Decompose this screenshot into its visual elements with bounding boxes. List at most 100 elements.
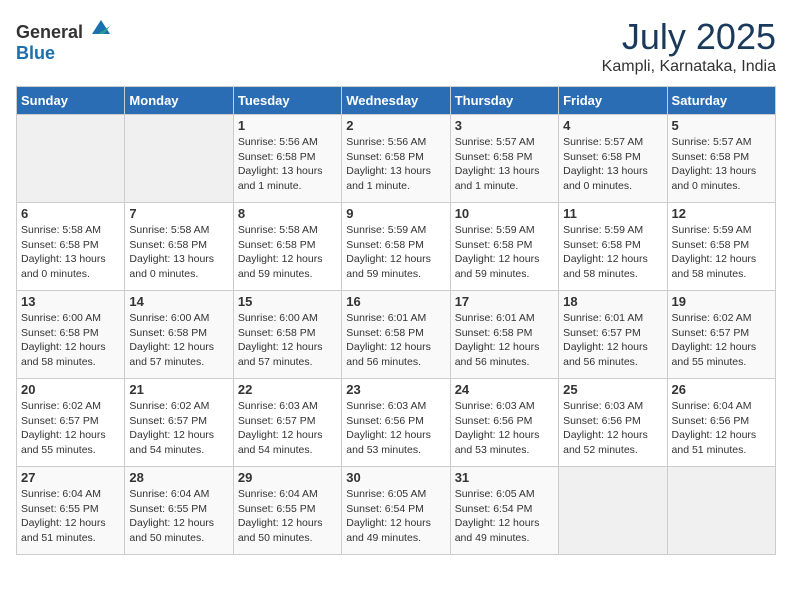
calendar-cell: 19Sunrise: 6:02 AM Sunset: 6:57 PM Dayli… xyxy=(667,291,775,379)
weekday-header-cell: Tuesday xyxy=(233,87,341,115)
day-number: 30 xyxy=(346,470,445,485)
day-detail: Sunrise: 6:04 AM Sunset: 6:55 PM Dayligh… xyxy=(129,487,228,546)
day-number: 20 xyxy=(21,382,120,397)
day-detail: Sunrise: 6:05 AM Sunset: 6:54 PM Dayligh… xyxy=(346,487,445,546)
calendar-cell: 22 Sunrise: 6:03 AM Sunset: 6:57 PM Dayli… xyxy=(233,379,341,467)
day-detail: Sunrise: 5:57 AM Sunset: 6:58 PM Dayligh… xyxy=(672,135,771,194)
day-number: 23 xyxy=(346,382,445,397)
day-detail: Sunrise: 6:03 AM Sunset: 6:56 PM Dayligh… xyxy=(455,399,554,458)
day-detail: Sunrise: 5:59 AM Sunset: 6:58 PM Dayligh… xyxy=(455,223,554,282)
logo-text-general: General xyxy=(16,22,83,42)
day-detail: Sunrise: 6:02 AM Sunset: 6:57 PM Dayligh… xyxy=(129,399,228,458)
day-detail: Sunrise: 5:58 AM Sunset: 6:58 PM Dayligh… xyxy=(21,223,120,282)
calendar-cell: 11 Sunrise: 5:59 AM Sunset: 6:58 PM Dayli… xyxy=(559,203,667,291)
day-number: 6 xyxy=(21,206,120,221)
day-detail: Sunrise: 5:56 AM Sunset: 6:58 PM Dayligh… xyxy=(238,135,337,194)
calendar-cell xyxy=(17,115,125,203)
day-number: 12 xyxy=(672,206,771,221)
calendar-cell: 12Sunrise: 5:59 AM Sunset: 6:58 PM Dayli… xyxy=(667,203,775,291)
day-number: 22 xyxy=(238,382,337,397)
day-number: 29 xyxy=(238,470,337,485)
calendar-cell: 2Sunrise: 5:56 AM Sunset: 6:58 PM Daylig… xyxy=(342,115,450,203)
day-number: 18 xyxy=(563,294,662,309)
day-detail: Sunrise: 6:01 AM Sunset: 6:58 PM Dayligh… xyxy=(346,311,445,370)
calendar-cell: 7 Sunrise: 5:58 AM Sunset: 6:58 PM Daylig… xyxy=(125,203,233,291)
day-number: 11 xyxy=(563,206,662,221)
calendar-cell xyxy=(559,467,667,555)
calendar-cell: 21 Sunrise: 6:02 AM Sunset: 6:57 PM Dayli… xyxy=(125,379,233,467)
day-number: 24 xyxy=(455,382,554,397)
day-number: 9 xyxy=(346,206,445,221)
weekday-header-cell: Friday xyxy=(559,87,667,115)
calendar-cell: 28 Sunrise: 6:04 AM Sunset: 6:55 PM Dayli… xyxy=(125,467,233,555)
calendar-cell: 23 Sunrise: 6:03 AM Sunset: 6:56 PM Dayli… xyxy=(342,379,450,467)
day-number: 7 xyxy=(129,206,228,221)
calendar-week-row: 6 Sunrise: 5:58 AM Sunset: 6:58 PM Daylig… xyxy=(17,203,776,291)
day-number: 25 xyxy=(563,382,662,397)
day-number: 1 xyxy=(238,118,337,133)
day-detail: Sunrise: 6:04 AM Sunset: 6:56 PM Dayligh… xyxy=(672,399,771,458)
calendar-cell xyxy=(125,115,233,203)
page-header: General Blue July 2025 Kampli, Karnataka… xyxy=(16,16,776,76)
calendar-cell: 15 Sunrise: 6:00 AM Sunset: 6:58 PM Dayli… xyxy=(233,291,341,379)
day-detail: Sunrise: 6:01 AM Sunset: 6:58 PM Dayligh… xyxy=(455,311,554,370)
calendar-cell: 31 Sunrise: 6:05 AM Sunset: 6:54 PM Dayli… xyxy=(450,467,558,555)
day-number: 27 xyxy=(21,470,120,485)
day-detail: Sunrise: 5:57 AM Sunset: 6:58 PM Dayligh… xyxy=(563,135,662,194)
day-detail: Sunrise: 5:59 AM Sunset: 6:58 PM Dayligh… xyxy=(346,223,445,282)
calendar-cell: 24 Sunrise: 6:03 AM Sunset: 6:56 PM Dayli… xyxy=(450,379,558,467)
calendar-cell: 25 Sunrise: 6:03 AM Sunset: 6:56 PM Dayli… xyxy=(559,379,667,467)
day-number: 21 xyxy=(129,382,228,397)
logo-text-blue: Blue xyxy=(16,43,55,63)
day-detail: Sunrise: 6:03 AM Sunset: 6:56 PM Dayligh… xyxy=(563,399,662,458)
weekday-header-cell: Monday xyxy=(125,87,233,115)
day-detail: Sunrise: 6:00 AM Sunset: 6:58 PM Dayligh… xyxy=(129,311,228,370)
calendar-cell: 13Sunrise: 6:00 AM Sunset: 6:58 PM Dayli… xyxy=(17,291,125,379)
day-detail: Sunrise: 5:58 AM Sunset: 6:58 PM Dayligh… xyxy=(238,223,337,282)
day-number: 10 xyxy=(455,206,554,221)
calendar-cell: 5Sunrise: 5:57 AM Sunset: 6:58 PM Daylig… xyxy=(667,115,775,203)
calendar-week-row: 20 Sunrise: 6:02 AM Sunset: 6:57 PM Dayli… xyxy=(17,379,776,467)
calendar-week-row: 27 Sunrise: 6:04 AM Sunset: 6:55 PM Dayli… xyxy=(17,467,776,555)
day-detail: Sunrise: 5:58 AM Sunset: 6:58 PM Dayligh… xyxy=(129,223,228,282)
calendar-cell: 3Sunrise: 5:57 AM Sunset: 6:58 PM Daylig… xyxy=(450,115,558,203)
calendar-cell: 18Sunrise: 6:01 AM Sunset: 6:57 PM Dayli… xyxy=(559,291,667,379)
day-number: 19 xyxy=(672,294,771,309)
day-number: 16 xyxy=(346,294,445,309)
calendar-cell: 30 Sunrise: 6:05 AM Sunset: 6:54 PM Dayli… xyxy=(342,467,450,555)
logo-icon xyxy=(90,16,112,38)
calendar-cell: 27 Sunrise: 6:04 AM Sunset: 6:55 PM Dayli… xyxy=(17,467,125,555)
calendar-cell: 1 Sunrise: 5:56 AM Sunset: 6:58 PM Daylig… xyxy=(233,115,341,203)
calendar-cell: 6 Sunrise: 5:58 AM Sunset: 6:58 PM Daylig… xyxy=(17,203,125,291)
day-number: 14 xyxy=(129,294,228,309)
calendar-cell: 4 Sunrise: 5:57 AM Sunset: 6:58 PM Daylig… xyxy=(559,115,667,203)
day-number: 26 xyxy=(672,382,771,397)
day-detail: Sunrise: 6:00 AM Sunset: 6:58 PM Dayligh… xyxy=(238,311,337,370)
calendar-cell: 26 Sunrise: 6:04 AM Sunset: 6:56 PM Dayli… xyxy=(667,379,775,467)
weekday-header-row: SundayMondayTuesdayWednesdayThursdayFrid… xyxy=(17,87,776,115)
day-detail: Sunrise: 6:04 AM Sunset: 6:55 PM Dayligh… xyxy=(21,487,120,546)
calendar-cell xyxy=(667,467,775,555)
title-block: July 2025 Kampli, Karnataka, India xyxy=(602,16,776,76)
location: Kampli, Karnataka, India xyxy=(602,58,776,76)
day-number: 4 xyxy=(563,118,662,133)
calendar-week-row: 1 Sunrise: 5:56 AM Sunset: 6:58 PM Daylig… xyxy=(17,115,776,203)
day-number: 13 xyxy=(21,294,120,309)
day-number: 28 xyxy=(129,470,228,485)
calendar-cell: 8Sunrise: 5:58 AM Sunset: 6:58 PM Daylig… xyxy=(233,203,341,291)
day-number: 31 xyxy=(455,470,554,485)
calendar-cell: 20Sunrise: 6:02 AM Sunset: 6:57 PM Dayli… xyxy=(17,379,125,467)
day-detail: Sunrise: 6:03 AM Sunset: 6:57 PM Dayligh… xyxy=(238,399,337,458)
weekday-header-cell: Saturday xyxy=(667,87,775,115)
day-detail: Sunrise: 6:05 AM Sunset: 6:54 PM Dayligh… xyxy=(455,487,554,546)
calendar-cell: 14 Sunrise: 6:00 AM Sunset: 6:58 PM Dayli… xyxy=(125,291,233,379)
month-year: July 2025 xyxy=(602,16,776,58)
day-detail: Sunrise: 5:56 AM Sunset: 6:58 PM Dayligh… xyxy=(346,135,445,194)
day-detail: Sunrise: 6:04 AM Sunset: 6:55 PM Dayligh… xyxy=(238,487,337,546)
day-number: 17 xyxy=(455,294,554,309)
calendar-body: 1 Sunrise: 5:56 AM Sunset: 6:58 PM Daylig… xyxy=(17,115,776,555)
day-detail: Sunrise: 6:03 AM Sunset: 6:56 PM Dayligh… xyxy=(346,399,445,458)
day-number: 15 xyxy=(238,294,337,309)
day-detail: Sunrise: 5:59 AM Sunset: 6:58 PM Dayligh… xyxy=(563,223,662,282)
calendar-cell: 10 Sunrise: 5:59 AM Sunset: 6:58 PM Dayli… xyxy=(450,203,558,291)
